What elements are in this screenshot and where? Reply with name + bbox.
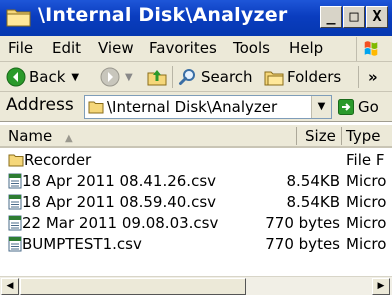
item-type: Micro [346, 214, 387, 232]
menu-edit[interactable]: Edit [52, 39, 81, 57]
item-name: Recorder [8, 151, 91, 169]
item-name-label: 18 Apr 2011 08.41.26.csv [22, 172, 217, 190]
column-header-name[interactable]: Name ▲ [8, 127, 73, 147]
up-folder-icon [147, 70, 167, 86]
toolbar: Back ▼ ▼ Search Folders » [0, 62, 392, 92]
list-item[interactable]: Recorder File F [0, 150, 392, 171]
forward-button[interactable]: ▼ [100, 66, 133, 88]
minimize-button[interactable]: _ [320, 6, 342, 28]
item-type: File F [346, 151, 385, 169]
sort-ascending-icon: ▲ [65, 133, 73, 144]
list-header: Name ▲ Size Type [0, 124, 392, 148]
folders-icon [264, 71, 284, 86]
csv-file-icon [8, 236, 22, 252]
menu-bar: File Edit View Favorites Tools Help [0, 36, 392, 62]
windows-logo-icon [356, 37, 378, 61]
menu-tools[interactable]: Tools [233, 39, 270, 57]
go-button[interactable]: Go [338, 96, 379, 118]
back-dropdown-icon[interactable]: ▼ [71, 72, 79, 83]
column-header-type[interactable]: Type [346, 127, 380, 147]
item-name: 18 Apr 2011 08.59.40.csv [8, 193, 216, 211]
back-arrow-icon [6, 67, 26, 87]
item-name: BUMPTEST1.csv [8, 235, 142, 253]
item-type: Micro [346, 172, 387, 190]
toolbar-separator [172, 66, 173, 88]
item-name-label: 22 Mar 2011 09.08.03.csv [22, 214, 219, 232]
folder-icon [88, 101, 104, 114]
list-item[interactable]: 22 Mar 2011 09.08.03.csv 770 bytes Micro [0, 213, 392, 234]
toolbar-separator [358, 66, 359, 88]
csv-file-icon [8, 194, 22, 210]
search-button[interactable]: Search [178, 66, 253, 88]
go-arrow-icon [338, 99, 354, 115]
item-name: 22 Mar 2011 09.08.03.csv [8, 214, 218, 232]
maximize-button[interactable]: □ [343, 6, 365, 28]
scroll-right-button[interactable]: ▶ [372, 278, 390, 295]
item-name: 18 Apr 2011 08.41.26.csv [8, 172, 216, 190]
scrollbar-thumb[interactable] [20, 278, 246, 295]
window-bottom-edge [0, 295, 392, 305]
column-divider[interactable] [341, 127, 342, 145]
item-size: 770 bytes [265, 214, 340, 232]
item-size: 8.54KB [286, 193, 340, 211]
folders-label: Folders [287, 68, 342, 86]
address-dropdown-button[interactable]: ▼ [311, 96, 331, 118]
menu-help[interactable]: Help [289, 39, 323, 57]
toolbar-overflow-button[interactable]: » [368, 66, 378, 88]
column-divider[interactable] [296, 127, 297, 145]
file-list: Recorder File F 18 Apr 2011 08.41.26.csv… [0, 148, 392, 276]
folder-icon [6, 9, 31, 27]
scroll-left-button[interactable]: ◀ [1, 278, 19, 295]
menu-file[interactable]: File [8, 39, 33, 57]
address-input[interactable]: \Internal Disk\Analyzer ▼ [84, 95, 332, 119]
column-header-name-label: Name [8, 127, 53, 145]
csv-file-icon [8, 173, 22, 189]
folders-button[interactable]: Folders [264, 66, 341, 88]
back-button[interactable]: Back ▼ [6, 66, 79, 88]
folder-icon [8, 154, 24, 167]
go-label: Go [358, 98, 379, 116]
item-type: Micro [346, 193, 387, 211]
close-button[interactable]: X [366, 6, 388, 28]
list-item[interactable]: 18 Apr 2011 08.59.40.csv 8.54KB Micro [0, 192, 392, 213]
list-item[interactable]: 18 Apr 2011 08.41.26.csv 8.54KB Micro [0, 171, 392, 192]
menu-view[interactable]: View [98, 39, 134, 57]
item-name-label: BUMPTEST1.csv [22, 235, 142, 253]
forward-dropdown-icon[interactable]: ▼ [125, 72, 133, 83]
column-header-size[interactable]: Size [305, 127, 336, 147]
list-item[interactable]: BUMPTEST1.csv 770 bytes Micro [0, 234, 392, 255]
address-label: Address [6, 95, 74, 115]
search-icon [179, 69, 195, 85]
csv-file-icon [8, 215, 22, 231]
item-size: 8.54KB [286, 172, 340, 190]
up-button[interactable] [146, 66, 168, 88]
menu-favorites[interactable]: Favorites [149, 39, 217, 57]
search-label: Search [201, 68, 253, 86]
address-value: \Internal Disk\Analyzer [107, 98, 278, 116]
item-size: 770 bytes [265, 235, 340, 253]
window-title: \Internal Disk\Analyzer [38, 4, 288, 26]
item-type: Micro [346, 235, 387, 253]
horizontal-scrollbar[interactable]: ◀ ▶ [0, 276, 392, 295]
address-bar: Address \Internal Disk\Analyzer ▼ Go [0, 92, 392, 122]
item-name-label: Recorder [24, 151, 92, 169]
forward-arrow-icon [100, 67, 120, 87]
item-name-label: 18 Apr 2011 08.59.40.csv [22, 193, 217, 211]
title-bar[interactable]: \Internal Disk\Analyzer _ □ X [0, 0, 392, 36]
back-label: Back [29, 68, 66, 86]
